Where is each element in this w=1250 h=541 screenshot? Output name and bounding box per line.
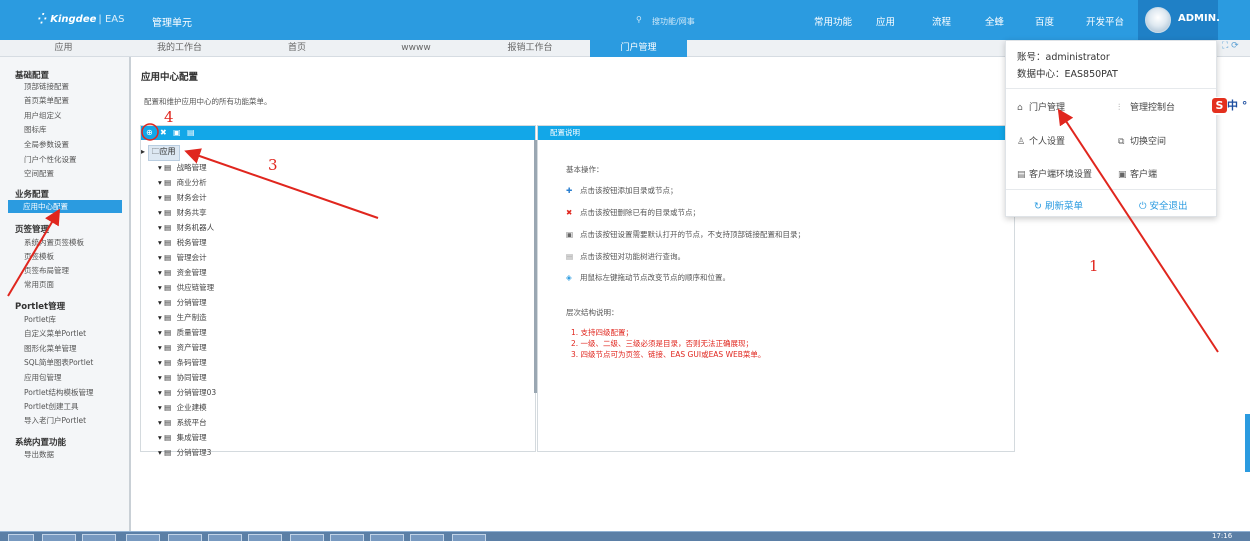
start-button[interactable] — [8, 534, 34, 541]
taskbar-app[interactable] — [126, 534, 160, 541]
taskbar-app[interactable] — [82, 534, 116, 541]
taskbar: 17:16 — [0, 531, 1250, 541]
annotation-label-3: 3 — [268, 156, 278, 174]
annotation-arrow-1 — [1057, 108, 1219, 353]
annotation-label-1: 1 — [1089, 257, 1099, 275]
taskbar-app[interactable] — [370, 534, 404, 541]
annotation-arrow-nav — [7, 208, 61, 297]
taskbar-app[interactable] — [168, 534, 202, 541]
taskbar-app[interactable] — [42, 534, 76, 541]
annotation-arrows — [7, 108, 1219, 353]
taskbar-app[interactable] — [248, 534, 282, 541]
taskbar-app[interactable] — [410, 534, 444, 541]
taskbar-app[interactable] — [208, 534, 242, 541]
annotation-label-4: 4 — [164, 108, 174, 126]
annotation-circle-4 — [141, 123, 159, 141]
clock: 17:16 — [1212, 532, 1233, 540]
taskbar-app[interactable] — [452, 534, 486, 541]
taskbar-app[interactable] — [330, 534, 364, 541]
taskbar-app[interactable] — [290, 534, 324, 541]
annotation-arrow-3 — [184, 148, 379, 219]
